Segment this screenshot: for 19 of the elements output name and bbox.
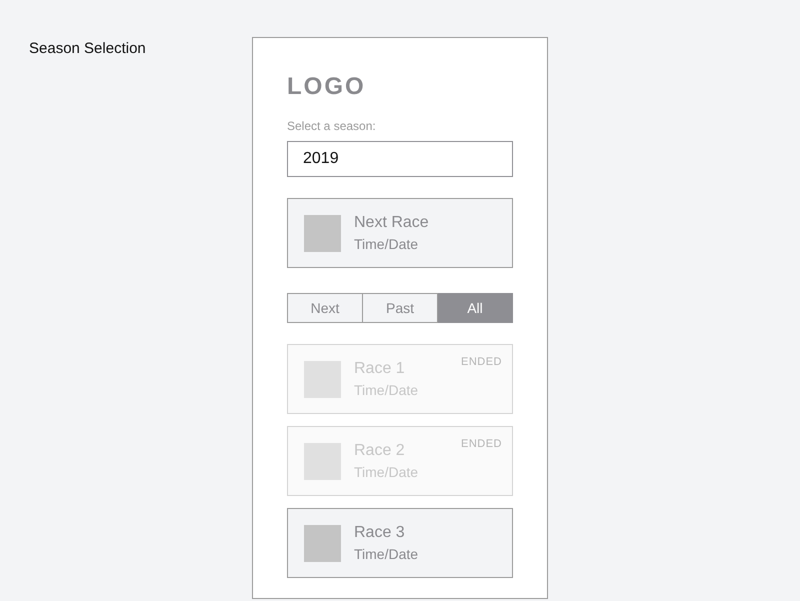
image-placeholder	[304, 360, 341, 398]
filter-tab[interactable]: All	[438, 293, 513, 323]
race-title: Next Race	[354, 213, 429, 233]
page-title: Season Selection	[29, 40, 147, 58]
image-placeholder	[304, 214, 341, 252]
race-time: Time/Date	[354, 545, 418, 563]
season-label: Select a season:	[287, 119, 376, 133]
filter-tab[interactable]: Past	[363, 293, 438, 323]
race-card[interactable]: Race 3 Time/Date	[287, 508, 513, 578]
image-placeholder	[304, 524, 341, 562]
race-time: Time/Date	[354, 235, 418, 253]
logo: LOGO	[287, 73, 366, 101]
status-label: ENDED	[460, 356, 502, 368]
race-title: Race 3	[354, 523, 405, 543]
next-race-card[interactable]: Next Race Time/Date	[287, 198, 513, 268]
image-placeholder	[304, 442, 341, 480]
season-field[interactable]: 2019	[287, 141, 513, 177]
filter-tab[interactable]: Next	[287, 293, 363, 323]
status-label: ENDED	[460, 438, 502, 450]
